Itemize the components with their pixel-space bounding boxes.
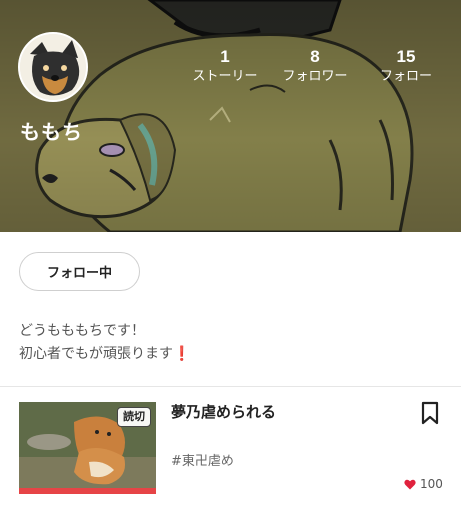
- story-tag[interactable]: #東卍虐め: [171, 450, 234, 469]
- story-card[interactable]: 読切 夢乃虐められる #東卍虐め 100: [0, 387, 461, 512]
- likes-number: 100: [420, 477, 443, 491]
- profile-bio: どうもももちです！ 初心者でもが頑張ります❗: [19, 320, 190, 366]
- stat-following-label: フォロー: [379, 69, 432, 84]
- bookmark-icon[interactable]: [420, 401, 440, 425]
- stat-stories-label: ストーリー: [192, 69, 258, 84]
- following-button[interactable]: フォロー中: [19, 252, 140, 291]
- heart-icon: [404, 479, 416, 489]
- bio-line-1: どうもももちです！: [19, 323, 145, 339]
- profile-username: ももち: [20, 120, 83, 144]
- exclamation-emoji: ❗: [173, 346, 191, 362]
- stat-following-count: 15: [396, 47, 416, 66]
- oneshot-badge: 読切: [117, 407, 151, 427]
- stat-stories[interactable]: 1 ストーリー: [180, 48, 270, 86]
- story-progress-bar: [19, 488, 156, 494]
- bio-line-2-text: 初心者でもが頑張ります: [19, 346, 173, 362]
- story-title[interactable]: 夢乃虐められる: [171, 401, 276, 422]
- likes-count: 100: [404, 477, 443, 491]
- avatar[interactable]: [18, 32, 88, 102]
- stat-followers-count: 8: [310, 47, 320, 66]
- bio-line-2: 初心者でもが頑張ります❗: [19, 343, 190, 366]
- stat-following[interactable]: 15 フォロー: [361, 48, 451, 86]
- stat-followers[interactable]: 8 フォロワー: [270, 48, 360, 86]
- stat-followers-label: フォロワー: [282, 69, 348, 84]
- stat-stories-count: 1: [220, 47, 230, 66]
